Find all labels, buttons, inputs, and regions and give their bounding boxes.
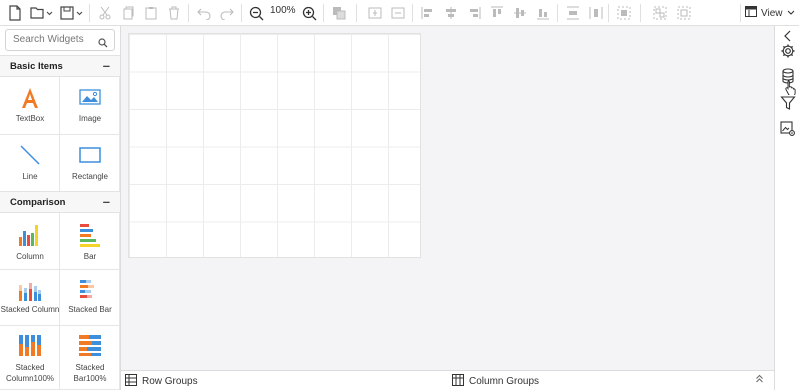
section-basic-items[interactable]: Basic Items – bbox=[0, 55, 120, 77]
image-icon bbox=[78, 89, 101, 110]
align-vertical-center-icon[interactable] bbox=[389, 4, 407, 22]
textbox-icon bbox=[20, 87, 40, 114]
widget-label: Bar bbox=[83, 252, 97, 261]
section-title: Comparison bbox=[10, 197, 66, 208]
column-groups-button[interactable]: Column Groups bbox=[452, 374, 539, 389]
widget-stacked-column-100[interactable]: Stacked Column100% bbox=[0, 326, 60, 390]
view-label: View bbox=[761, 7, 783, 19]
widget-label: TextBox bbox=[15, 114, 45, 123]
widget-search-box[interactable] bbox=[5, 29, 115, 51]
widget-image[interactable]: Image bbox=[60, 77, 120, 135]
save-icon[interactable] bbox=[60, 4, 84, 22]
row-groups-icon bbox=[125, 374, 137, 389]
design-canvas-area bbox=[121, 26, 774, 370]
grouping-bar: Row Groups Column Groups bbox=[121, 370, 774, 390]
column-groups-label: Column Groups bbox=[469, 376, 540, 387]
stacked-column-100-icon bbox=[18, 334, 42, 361]
undo-icon[interactable] bbox=[195, 4, 213, 22]
align-top-icon[interactable] bbox=[488, 4, 506, 22]
widget-rectangle[interactable]: Rectangle bbox=[60, 135, 120, 192]
stacked-column-icon bbox=[18, 279, 42, 306]
collapse-chevron-left-icon[interactable] bbox=[780, 28, 796, 44]
align-right-icon[interactable] bbox=[465, 4, 483, 22]
widget-line[interactable]: Line bbox=[0, 135, 60, 192]
new-file-icon[interactable] bbox=[6, 4, 24, 22]
mouse-pointer-hand-icon bbox=[784, 79, 799, 97]
group-icon[interactable] bbox=[651, 4, 669, 22]
widget-label: Column bbox=[16, 252, 44, 261]
align-horizontal-center-icon[interactable] bbox=[366, 4, 384, 22]
widget-label: Stacked Bar100% bbox=[73, 363, 107, 383]
delete-icon[interactable] bbox=[165, 4, 183, 22]
copy-icon[interactable] bbox=[119, 4, 137, 22]
view-panel-icon bbox=[745, 6, 757, 20]
line-icon bbox=[19, 144, 41, 171]
settings-gear-icon[interactable] bbox=[780, 43, 796, 59]
rectangle-icon bbox=[78, 147, 101, 168]
collapse-icon[interactable]: – bbox=[103, 194, 110, 209]
section-comparison[interactable]: Comparison – bbox=[0, 191, 120, 213]
zoom-out-icon[interactable] bbox=[247, 4, 265, 22]
filter-icon[interactable] bbox=[780, 95, 796, 111]
widget-column-chart[interactable]: Column bbox=[0, 213, 60, 270]
column-groups-icon bbox=[452, 374, 464, 389]
properties-side-panel bbox=[774, 26, 799, 390]
chevron-down-icon bbox=[787, 8, 795, 19]
widget-label: Rectangle bbox=[71, 172, 109, 181]
row-groups-button[interactable]: Row Groups bbox=[125, 374, 198, 389]
widget-textbox[interactable]: TextBox bbox=[0, 77, 60, 135]
widget-label: Line bbox=[22, 172, 38, 181]
image-settings-icon[interactable] bbox=[780, 121, 796, 137]
collapse-icon[interactable]: – bbox=[103, 58, 110, 73]
widget-stacked-column[interactable]: Stacked Column bbox=[0, 270, 60, 326]
widget-label: Image bbox=[78, 114, 102, 123]
toolbar: 100% View bbox=[0, 0, 799, 26]
view-button[interactable]: View bbox=[745, 3, 795, 23]
paste-icon[interactable] bbox=[142, 4, 160, 22]
stacked-bar-100-icon bbox=[78, 334, 102, 361]
distribute-horizontal-icon[interactable] bbox=[587, 4, 605, 22]
column-chart-icon bbox=[18, 223, 42, 252]
select-all-icon[interactable] bbox=[615, 4, 633, 22]
open-folder-icon[interactable] bbox=[30, 4, 54, 22]
widget-stacked-bar-100[interactable]: Stacked Bar100% bbox=[60, 326, 120, 390]
widget-label: Stacked Column100% bbox=[5, 363, 55, 383]
zoom-level: 100% bbox=[270, 5, 296, 16]
redo-icon[interactable] bbox=[218, 4, 236, 22]
report-body-canvas[interactable] bbox=[128, 33, 421, 258]
zoom-in-icon[interactable] bbox=[300, 4, 318, 22]
report-designer: 100% View Search Widgets Basic Items – T… bbox=[0, 0, 799, 390]
align-bottom-icon[interactable] bbox=[534, 4, 552, 22]
row-groups-label: Row Groups bbox=[142, 376, 198, 387]
expand-up-icon[interactable] bbox=[755, 374, 764, 386]
align-left-icon[interactable] bbox=[419, 4, 437, 22]
cut-icon[interactable] bbox=[96, 4, 114, 22]
widget-search-input[interactable] bbox=[13, 34, 93, 45]
widget-label: Stacked Bar bbox=[68, 305, 112, 314]
widget-bar-chart[interactable]: Bar bbox=[60, 213, 120, 270]
widget-label: Stacked Column bbox=[0, 305, 60, 314]
widget-stacked-bar[interactable]: Stacked Bar bbox=[60, 270, 120, 326]
bar-chart-icon bbox=[78, 223, 102, 252]
distribute-vertical-icon[interactable] bbox=[564, 4, 582, 22]
search-icon[interactable] bbox=[98, 35, 108, 53]
bring-to-front-icon[interactable] bbox=[330, 4, 348, 22]
widget-panel: Basic Items – TextBox Image Line bbox=[0, 26, 121, 390]
stacked-bar-icon bbox=[78, 279, 102, 306]
align-middle-icon[interactable] bbox=[511, 4, 529, 22]
align-center-icon[interactable] bbox=[442, 4, 460, 22]
ungroup-icon[interactable] bbox=[675, 4, 693, 22]
section-title: Basic Items bbox=[10, 61, 63, 72]
